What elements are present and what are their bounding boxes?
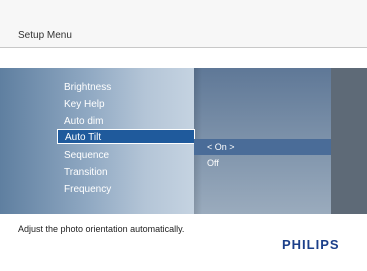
menu-item-brightness[interactable]: Brightness [64,80,111,95]
menu-item-auto-dim[interactable]: Auto dim [64,114,103,129]
option-off[interactable]: Off [207,156,219,170]
option-on[interactable]: < On > [207,140,235,154]
spacer [0,48,367,68]
brand-logo: PHILIPS [282,237,340,252]
header-bar: Setup Menu [0,0,367,48]
menu-item-transition[interactable]: Transition [64,165,108,180]
menu-item-frequency[interactable]: Frequency [64,182,111,197]
menu-item-auto-tilt[interactable]: Auto Tilt [57,129,195,144]
menu-item-sequence[interactable]: Sequence [64,148,109,163]
menu-item-key-help[interactable]: Key Help [64,97,105,112]
help-description: Adjust the photo orientation automatical… [18,224,185,234]
page-title: Setup Menu [18,30,72,41]
submenu-panel [331,68,367,214]
